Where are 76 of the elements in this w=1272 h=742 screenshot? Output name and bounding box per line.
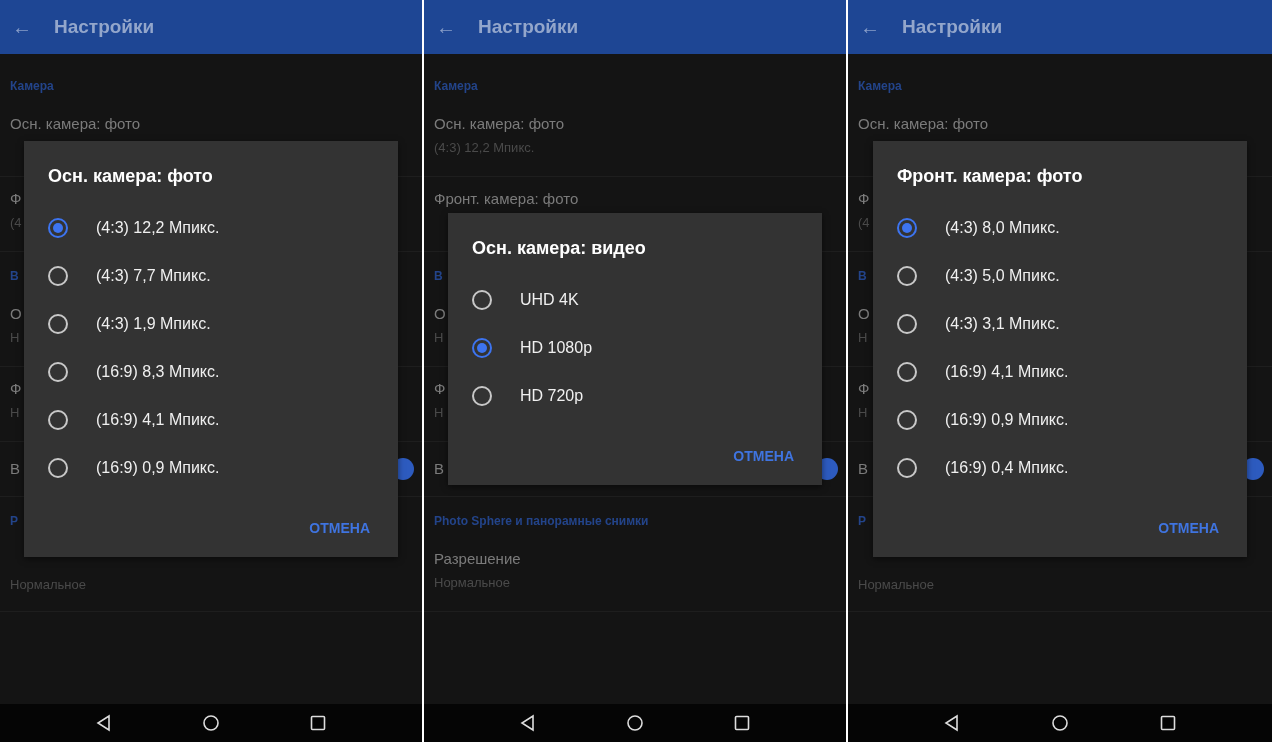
radio-button[interactable] — [897, 314, 917, 334]
section-header: Р — [10, 514, 18, 528]
radio-button[interactable] — [48, 410, 68, 430]
radio-button[interactable] — [48, 362, 68, 382]
option-label[interactable]: HD 720p — [520, 384, 584, 408]
radio-button[interactable] — [472, 338, 492, 358]
option-label[interactable]: (16:9) 0,4 Мпикс. — [945, 456, 1069, 480]
section-header: Р — [858, 514, 866, 528]
home-icon[interactable] — [626, 714, 644, 732]
section-header: В — [434, 269, 443, 283]
section-header: В — [10, 269, 19, 283]
radio-button[interactable] — [472, 386, 492, 406]
setting-title[interactable]: Ф — [434, 378, 446, 401]
setting-title[interactable]: О — [10, 303, 22, 326]
setting-title[interactable]: О — [858, 303, 870, 326]
option-label[interactable]: (4:3) 7,7 Мпикс. — [96, 264, 211, 288]
setting-title[interactable]: Осн. камера: фото — [434, 113, 565, 136]
cancel-button[interactable]: ОТМЕНА — [305, 512, 374, 545]
option-label[interactable]: (4:3) 8,0 Мпикс. — [945, 216, 1060, 240]
radio-button[interactable] — [897, 266, 917, 286]
screen-title: Настройки — [478, 14, 579, 39]
option-label[interactable]: (4:3) 5,0 Мпикс. — [945, 264, 1060, 288]
recents-icon[interactable] — [309, 714, 328, 732]
radio-button[interactable] — [897, 410, 917, 430]
option-label[interactable]: (16:9) 4,1 Мпикс. — [96, 408, 220, 432]
back-icon[interactable] — [94, 714, 113, 732]
section-header: Photo Sphere и панорамные снимки — [434, 514, 649, 528]
option-label[interactable]: (16:9) 0,9 Мпикс. — [96, 456, 220, 480]
setting-title[interactable]: Ф — [10, 188, 22, 211]
setting-title[interactable]: Ф — [858, 188, 870, 211]
recents-icon[interactable] — [733, 714, 752, 732]
radio-button[interactable] — [897, 362, 917, 382]
back-icon[interactable] — [943, 714, 961, 732]
setting-title[interactable]: Разрешение — [434, 548, 521, 571]
setting-title[interactable]: В — [10, 457, 20, 481]
screen-title: Настройки — [902, 14, 1003, 39]
radio-button[interactable] — [48, 266, 68, 286]
radio-button[interactable] — [472, 290, 492, 310]
radio-button[interactable] — [897, 458, 917, 478]
setting-title[interactable]: Ф — [858, 378, 870, 401]
option-label[interactable]: HD 1080p — [520, 336, 593, 360]
option-label[interactable]: (16:9) 0,9 Мпикс. — [945, 408, 1069, 432]
setting-title[interactable]: Осн. камера: фото — [858, 113, 989, 136]
recents-icon[interactable] — [1159, 714, 1177, 732]
back-button[interactable]: ← — [860, 17, 880, 37]
section-header: В — [858, 269, 867, 283]
section-header: Камера — [434, 79, 478, 93]
cancel-button[interactable]: ОТМЕНА — [729, 440, 798, 473]
setting-title[interactable]: Ф — [10, 378, 22, 401]
dialog-title: Осн. камера: фото — [48, 165, 214, 188]
radio-button[interactable] — [48, 314, 68, 334]
screen-title: Настройки — [54, 14, 155, 39]
radio-button[interactable] — [48, 218, 68, 238]
setting-title[interactable]: Фронт. камера: фото — [434, 188, 579, 211]
option-label[interactable]: (16:9) 8,3 Мпикс. — [96, 360, 220, 384]
setting-title[interactable]: О — [434, 303, 446, 326]
back-icon[interactable] — [518, 714, 537, 732]
back-button[interactable]: ← — [436, 17, 456, 37]
section-header: Камера — [858, 79, 902, 93]
option-label[interactable]: (16:9) 4,1 Мпикс. — [945, 360, 1069, 384]
back-button[interactable]: ← — [12, 17, 32, 37]
section-header: Камера — [10, 79, 54, 93]
cancel-button[interactable]: ОТМЕНА — [1154, 512, 1223, 545]
option-label[interactable]: UHD 4K — [520, 288, 579, 312]
radio-button[interactable] — [897, 218, 917, 238]
option-label[interactable]: (4:3) 12,2 Мпикс. — [96, 216, 220, 240]
option-label[interactable]: (4:3) 1,9 Мпикс. — [96, 312, 211, 336]
setting-title[interactable]: В — [858, 457, 868, 481]
dialog-title: Фронт. камера: фото — [897, 165, 1084, 188]
dialog-title: Осн. камера: видео — [472, 237, 647, 260]
radio-button[interactable] — [48, 458, 68, 478]
setting-title[interactable]: Осн. камера: фото — [10, 113, 141, 136]
setting-title[interactable]: В — [434, 457, 444, 481]
home-icon[interactable] — [202, 714, 220, 732]
option-label[interactable]: (4:3) 3,1 Мпикс. — [945, 312, 1060, 336]
home-icon[interactable] — [1051, 714, 1069, 732]
